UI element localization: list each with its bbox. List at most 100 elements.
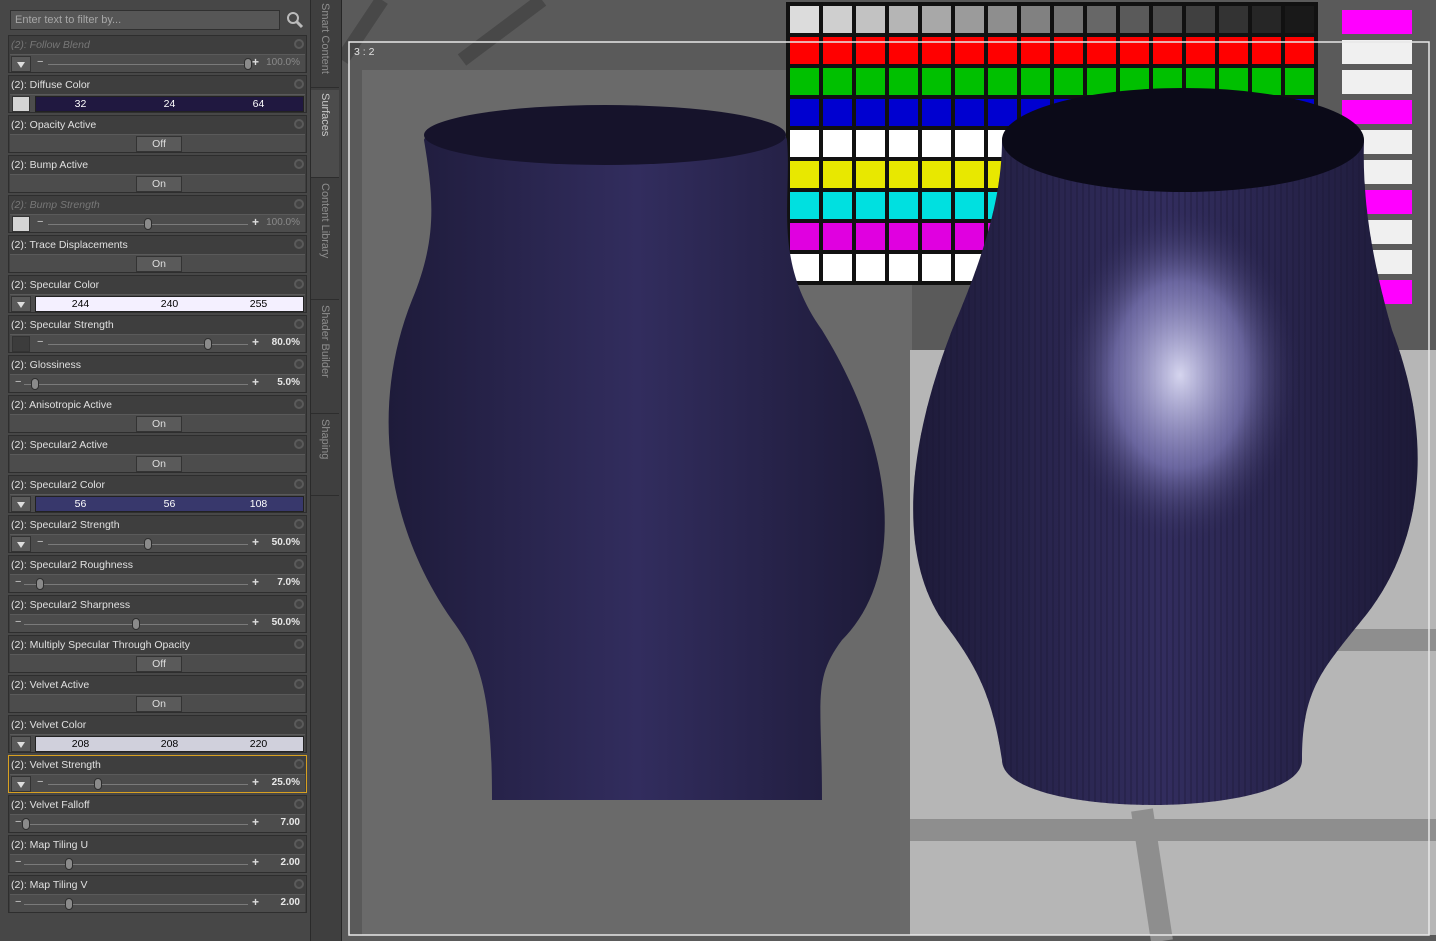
slider-knob[interactable] bbox=[204, 338, 212, 350]
property-map-tiling-v[interactable]: (2): Map Tiling V − +2.00 bbox=[8, 875, 307, 913]
property-velvet-active[interactable]: (2): Velvet Active On bbox=[8, 675, 307, 713]
gear-icon[interactable] bbox=[294, 79, 304, 89]
gear-icon[interactable] bbox=[294, 559, 304, 569]
property-velvet-falloff[interactable]: (2): Velvet Falloff − +7.00 bbox=[8, 795, 307, 833]
slider-track[interactable] bbox=[24, 584, 248, 585]
gear-icon[interactable] bbox=[294, 279, 304, 289]
slider-value[interactable]: 2.00 bbox=[281, 857, 300, 868]
color-value-field[interactable]: 208 208 220 bbox=[35, 736, 304, 752]
color-value-field[interactable]: 32 24 64 bbox=[35, 96, 304, 112]
property-specular2-color[interactable]: (2): Specular2 Color 56 56 108 bbox=[8, 475, 307, 513]
property-opacity-active[interactable]: (2): Opacity Active Off bbox=[8, 115, 307, 153]
search-icon[interactable] bbox=[284, 10, 306, 30]
render-viewport[interactable]: 3 : 2 bbox=[342, 0, 1436, 941]
tab-content-library[interactable]: Content Library bbox=[311, 180, 339, 300]
slider-knob[interactable] bbox=[144, 218, 152, 230]
slider-value[interactable]: 2.00 bbox=[281, 897, 300, 908]
toggle-button[interactable]: Off bbox=[136, 136, 182, 152]
increment-button[interactable]: + bbox=[252, 775, 259, 789]
slider-track[interactable] bbox=[24, 824, 248, 825]
map-swatch[interactable] bbox=[12, 216, 30, 232]
map-swatch[interactable] bbox=[12, 336, 30, 352]
gear-icon[interactable] bbox=[294, 479, 304, 489]
decrement-button[interactable]: − bbox=[37, 776, 43, 788]
gear-icon[interactable] bbox=[294, 39, 304, 49]
increment-button[interactable]: + bbox=[252, 55, 259, 69]
tab-smart-content[interactable]: Smart Content bbox=[311, 0, 339, 88]
decrement-button[interactable]: − bbox=[37, 56, 43, 68]
property-map-tiling-u[interactable]: (2): Map Tiling U − +2.00 bbox=[8, 835, 307, 873]
filter-input[interactable] bbox=[10, 10, 280, 30]
slider-knob[interactable] bbox=[31, 378, 40, 390]
gear-icon[interactable] bbox=[294, 319, 304, 329]
decrement-button[interactable]: − bbox=[15, 576, 21, 588]
property-bump-active[interactable]: (2): Bump Active On bbox=[8, 155, 307, 193]
property-specular2-strength[interactable]: (2): Specular2 Strength − +50.0% bbox=[8, 515, 307, 553]
slider-knob[interactable] bbox=[64, 898, 73, 910]
property-diffuse-color[interactable]: (2): Diffuse Color 32 24 64 bbox=[8, 75, 307, 113]
slider-value[interactable]: 80.0% bbox=[272, 337, 300, 348]
gear-icon[interactable] bbox=[294, 679, 304, 689]
increment-button[interactable]: + bbox=[252, 615, 259, 629]
decrement-button[interactable]: − bbox=[15, 616, 21, 628]
decrement-button[interactable]: − bbox=[15, 816, 21, 828]
slider-track[interactable] bbox=[48, 784, 248, 785]
increment-button[interactable]: + bbox=[252, 575, 259, 589]
gear-icon[interactable] bbox=[294, 199, 304, 209]
toggle-button[interactable]: On bbox=[136, 696, 182, 712]
property-specular-strength[interactable]: (2): Specular Strength − +80.0% bbox=[8, 315, 307, 353]
toggle-button[interactable]: On bbox=[136, 456, 182, 472]
decrement-button[interactable]: − bbox=[37, 336, 43, 348]
tab-surfaces[interactable]: Surfaces bbox=[311, 90, 339, 178]
increment-button[interactable]: + bbox=[252, 855, 259, 869]
decrement-button[interactable]: − bbox=[37, 536, 43, 548]
gear-icon[interactable] bbox=[294, 239, 304, 249]
gear-icon[interactable] bbox=[294, 439, 304, 449]
decrement-button[interactable]: − bbox=[37, 216, 43, 228]
property-follow-blend[interactable]: (2): Follow Blend − +100.0% bbox=[8, 35, 307, 73]
slider-track[interactable] bbox=[48, 64, 248, 65]
slider-value[interactable]: 5.0% bbox=[277, 377, 300, 388]
toggle-button[interactable]: On bbox=[136, 256, 182, 272]
increment-button[interactable]: + bbox=[252, 215, 259, 229]
color-value-field[interactable]: 244 240 255 bbox=[35, 296, 304, 312]
slider-value[interactable]: 50.0% bbox=[272, 617, 300, 628]
increment-button[interactable]: + bbox=[252, 335, 259, 349]
gear-icon[interactable] bbox=[294, 359, 304, 369]
slider-value[interactable]: 50.0% bbox=[272, 537, 300, 548]
slider-knob[interactable] bbox=[22, 818, 31, 830]
map-swatch[interactable] bbox=[12, 96, 30, 112]
property-multiply-specular-through-opacity[interactable]: (2): Multiply Specular Through Opacity Of… bbox=[8, 635, 307, 673]
gear-icon[interactable] bbox=[294, 879, 304, 889]
slider-value[interactable]: 25.0% bbox=[272, 777, 300, 788]
increment-button[interactable]: + bbox=[252, 535, 259, 549]
slider-value[interactable]: 7.00 bbox=[281, 817, 300, 828]
property-velvet-strength[interactable]: (2): Velvet Strength − +25.0% bbox=[8, 755, 307, 793]
slider-knob[interactable] bbox=[132, 618, 140, 630]
decrement-button[interactable]: − bbox=[15, 856, 21, 868]
gear-icon[interactable] bbox=[294, 839, 304, 849]
expand-button[interactable] bbox=[11, 56, 31, 72]
slider-knob[interactable] bbox=[144, 538, 152, 550]
slider-track[interactable] bbox=[24, 384, 248, 385]
gear-icon[interactable] bbox=[294, 799, 304, 809]
slider-track[interactable] bbox=[48, 344, 248, 345]
gear-icon[interactable] bbox=[294, 599, 304, 609]
gear-icon[interactable] bbox=[294, 399, 304, 409]
slider-value[interactable]: 7.0% bbox=[277, 577, 300, 588]
property-bump-strength[interactable]: (2): Bump Strength − +100.0% bbox=[8, 195, 307, 233]
increment-button[interactable]: + bbox=[252, 375, 259, 389]
gear-icon[interactable] bbox=[294, 639, 304, 649]
gear-icon[interactable] bbox=[294, 159, 304, 169]
toggle-button[interactable]: Off bbox=[136, 656, 182, 672]
property-velvet-color[interactable]: (2): Velvet Color 208 208 220 bbox=[8, 715, 307, 753]
property-specular2-roughness[interactable]: (2): Specular2 Roughness − +7.0% bbox=[8, 555, 307, 593]
slider-knob[interactable] bbox=[35, 578, 44, 590]
slider-knob[interactable] bbox=[64, 858, 73, 870]
slider-track[interactable] bbox=[24, 864, 248, 865]
property-anisotropic-active[interactable]: (2): Anisotropic Active On bbox=[8, 395, 307, 433]
toggle-button[interactable]: On bbox=[136, 176, 182, 192]
expand-button[interactable] bbox=[11, 776, 31, 792]
expand-button[interactable] bbox=[11, 296, 31, 312]
property-specular2-active[interactable]: (2): Specular2 Active On bbox=[8, 435, 307, 473]
